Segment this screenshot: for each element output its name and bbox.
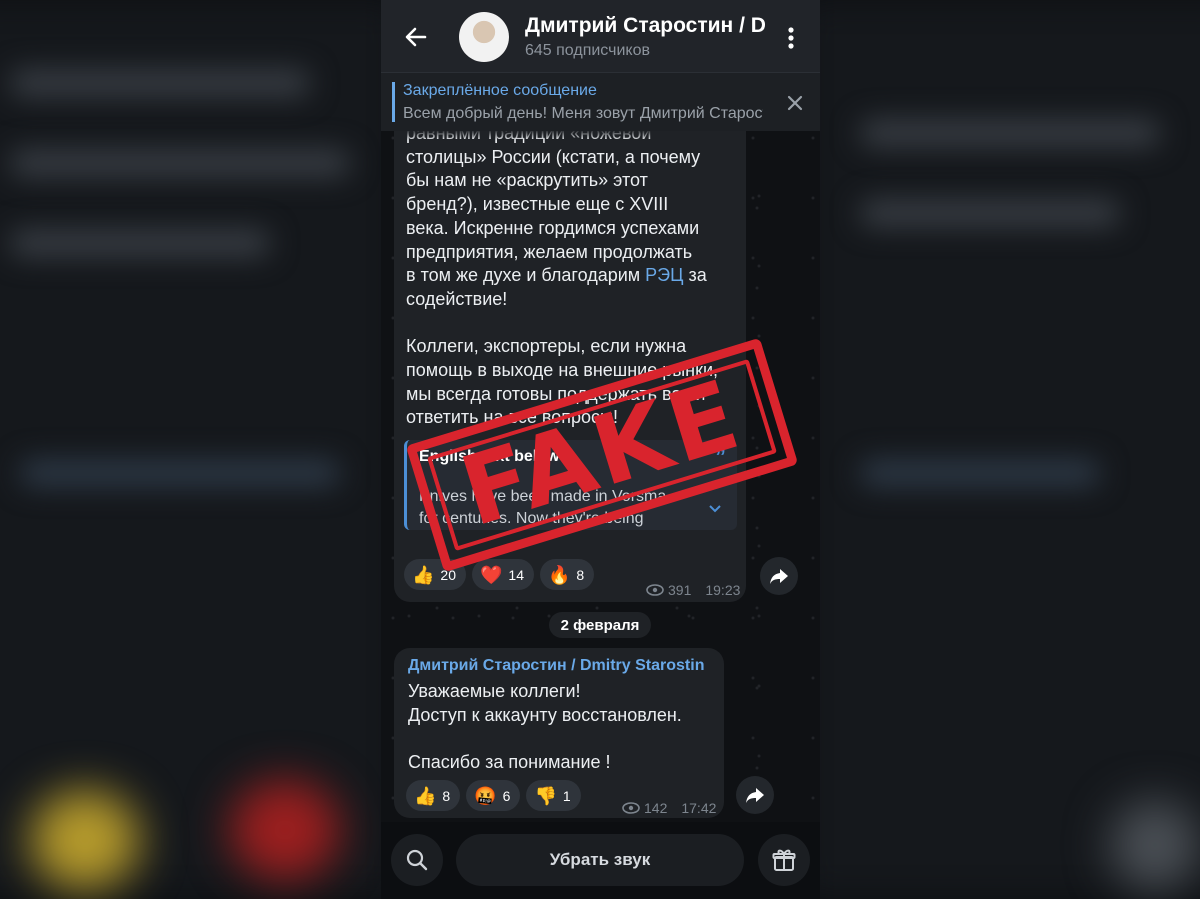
date-divider: 2 февраля	[549, 612, 651, 638]
post-text: Уважаемые коллеги! Доступ к аккаунту вос…	[408, 681, 682, 772]
blurred-left-panel	[0, 0, 400, 899]
gift-button[interactable]	[758, 834, 810, 886]
close-icon[interactable]	[785, 93, 805, 113]
reaction-heart[interactable]: ❤️ 14	[472, 559, 534, 590]
reaction-count: 14	[508, 566, 524, 583]
fire-icon: 🔥	[548, 564, 571, 585]
heart-icon: ❤️	[480, 564, 503, 585]
share-arrow-icon	[746, 788, 764, 803]
eye-icon	[622, 802, 640, 814]
more-menu-icon[interactable]	[781, 26, 801, 50]
search-icon	[406, 849, 428, 871]
back-arrow-icon[interactable]	[403, 24, 429, 50]
rec-link[interactable]: РЭЦ	[645, 265, 683, 285]
reaction-thumbs-down[interactable]: 👎 1	[526, 780, 581, 811]
angry-face-icon: 🤬	[474, 785, 497, 806]
reaction-thumbs-up[interactable]: 👍 8	[406, 780, 461, 811]
telegram-channel-screen: равными традиции «ножевой столицы» Росси…	[381, 0, 820, 899]
bottom-bar: Убрать звук	[381, 822, 820, 899]
blurred-text-line	[860, 200, 1120, 226]
blurred-text-line	[20, 460, 340, 486]
blurred-text-line	[10, 150, 350, 176]
blurred-emoji	[30, 790, 140, 890]
share-button[interactable]	[760, 557, 798, 595]
view-count: 391	[668, 582, 692, 598]
eye-icon	[646, 584, 664, 596]
share-arrow-icon	[770, 569, 788, 584]
post-time: 17:42	[681, 800, 717, 816]
pinned-text: Всем добрый день! Меня зовут Дмитрий Ста…	[403, 105, 763, 122]
post-meta: 142 17:42	[622, 800, 716, 816]
reaction-count: 8	[442, 787, 451, 804]
reactions-bar: 👍 20 ❤️ 14 🔥 8	[404, 559, 595, 590]
channel-header: Дмитрий Старостин / Dmitry Starostin 645…	[381, 0, 820, 72]
avatar[interactable]	[459, 12, 509, 62]
thumbs-up-icon: 👍	[412, 564, 435, 585]
view-count: 142	[644, 800, 668, 816]
mute-button[interactable]: Убрать звук	[456, 834, 744, 886]
blurred-text-line	[10, 70, 310, 96]
gift-icon	[772, 849, 796, 871]
pinned-indicator	[392, 82, 395, 122]
scroll-fade	[394, 130, 746, 140]
reactions-bar: 👍 8 🤬 6 👎 1	[406, 780, 581, 811]
pinned-title: Закреплённое сообщение	[403, 82, 597, 99]
post-author[interactable]: Дмитрий Старостин / Dmitry Starostin	[408, 657, 704, 675]
pinned-message-bar[interactable]: Закреплённое сообщение Всем добрый день!…	[381, 72, 820, 131]
post-text-part: равными традиции «ножевой столицы» Росси…	[406, 123, 701, 286]
thumbs-down-icon: 👎	[534, 785, 557, 806]
reaction-fire[interactable]: 🔥 8	[540, 559, 595, 590]
reaction-count: 1	[562, 787, 571, 804]
blurred-emoji	[230, 780, 340, 880]
reaction-count: 8	[576, 566, 585, 583]
channel-title[interactable]: Дмитрий Старостин / Dmitry Starostin	[525, 14, 765, 38]
post-time: 19:23	[705, 582, 741, 598]
chevron-down-icon[interactable]	[707, 500, 723, 516]
thumbs-up-icon: 👍	[414, 785, 437, 806]
post-meta: 391 19:23	[646, 582, 740, 598]
blurred-text-line	[10, 230, 270, 256]
channel-post[interactable]: Дмитрий Старостин / Dmitry Starostin Ува…	[394, 648, 724, 818]
blurred-text-line	[860, 120, 1160, 146]
share-button[interactable]	[736, 776, 774, 814]
reaction-count: 6	[502, 787, 511, 804]
blurred-gift	[1110, 800, 1200, 890]
reaction-angry[interactable]: 🤬 6	[466, 780, 521, 811]
search-button[interactable]	[391, 834, 443, 886]
subscriber-count: 645 подписчиков	[525, 42, 650, 59]
blurred-text-line	[860, 460, 1100, 486]
